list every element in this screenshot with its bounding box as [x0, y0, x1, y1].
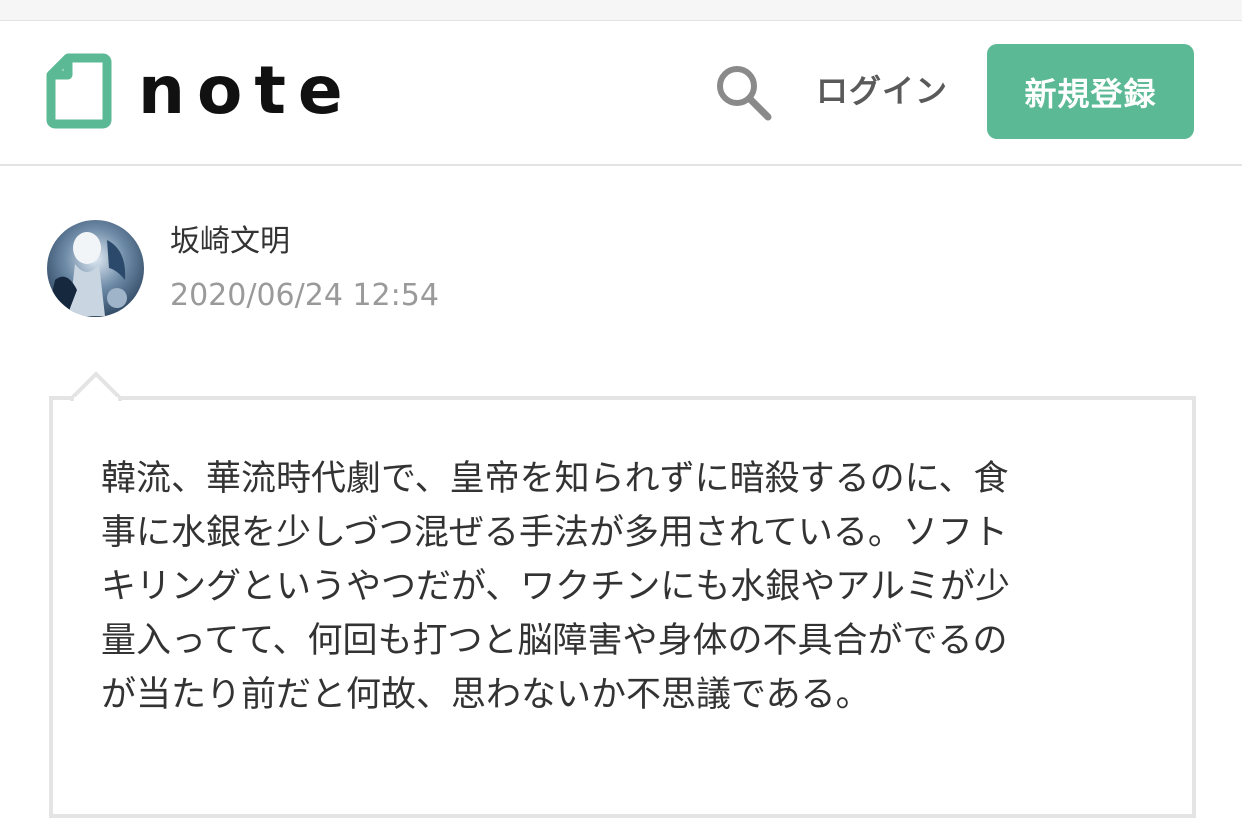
post-date: 2020/06/24 12:54	[170, 278, 439, 313]
browser-top-strip	[0, 0, 1242, 21]
bubble-tail	[70, 371, 122, 401]
author-name[interactable]: 坂崎文明	[170, 222, 290, 262]
site-header: note ログイン 新規登録	[0, 21, 1242, 166]
avatar-image	[47, 220, 144, 317]
logo-wordmark: note	[138, 52, 355, 129]
note-logo-icon	[46, 53, 112, 129]
note-logo[interactable]: note	[46, 53, 355, 129]
post-body: 韓流、華流時代劇で、皇帝を知られずに暗殺するのに、食 事に水銀を少しづつ混ぜる手…	[101, 452, 1131, 722]
post-body-line: 韓流、華流時代劇で、皇帝を知られずに暗殺するのに、食	[101, 459, 1009, 499]
post-body-line: 事に水銀を少しづつ混ぜる手法が多用されている。ソフト	[101, 513, 1008, 553]
login-link[interactable]: ログイン	[816, 69, 948, 113]
signup-button[interactable]: 新規登録	[987, 44, 1194, 139]
post-body-line: が当たり前だと何故、思わないか不思議である。	[101, 675, 871, 715]
post-body-line: キリングというやつだが、ワクチンにも水銀やアルミが少	[101, 567, 1010, 607]
author-avatar[interactable]	[47, 220, 144, 317]
search-icon[interactable]	[714, 63, 772, 121]
post-body-line: 量入ってて、何回も打つと脳障害や身体の不具合がでるの	[101, 621, 1008, 661]
